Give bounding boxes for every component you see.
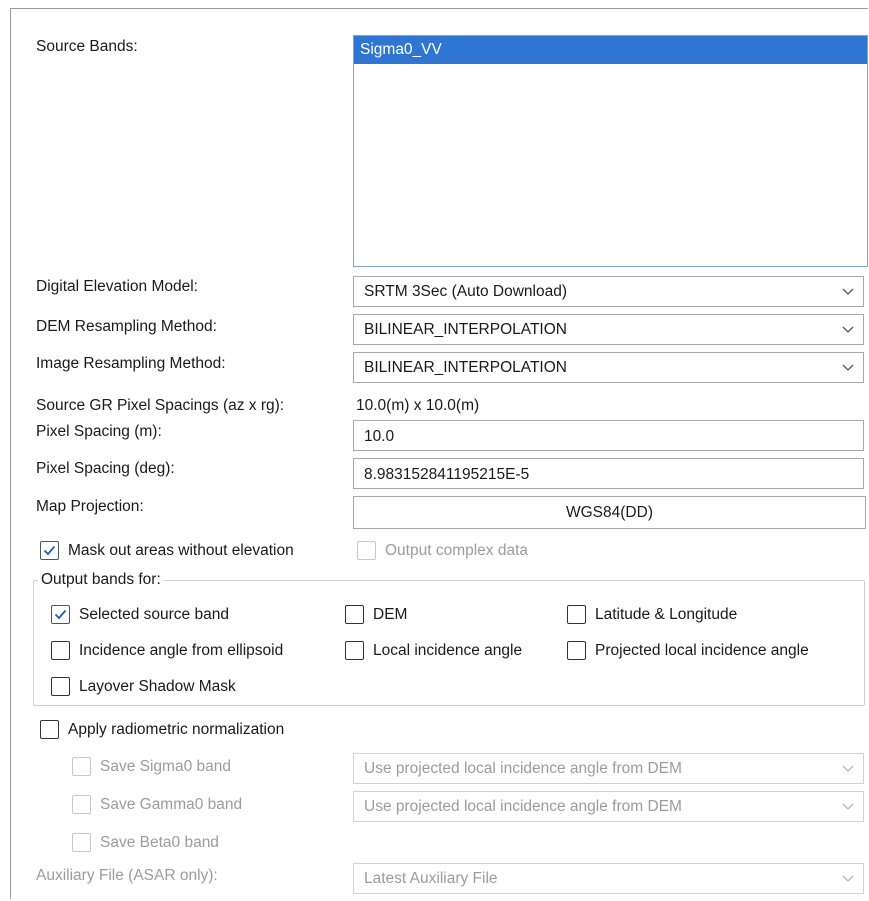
map-projection-button[interactable]: WGS84(DD) <box>353 496 866 529</box>
dem-resampling-value: BILINEAR_INTERPOLATION <box>364 321 567 338</box>
lat-lon-checkbox[interactable] <box>567 605 586 624</box>
dem-resampling-label: DEM Resampling Method: <box>36 318 217 335</box>
aux-file-value: Latest Auxiliary File <box>364 870 498 887</box>
save-sigma0-select[interactable]: Use projected local incidence angle from… <box>353 753 864 784</box>
selected-source-band-label: Selected source band <box>79 606 229 623</box>
dem-resampling-select[interactable]: BILINEAR_INTERPOLATION <box>353 314 864 345</box>
source-band-item[interactable]: Sigma0_VV <box>354 36 867 64</box>
save-gamma0-option: Use projected local incidence angle from… <box>364 798 682 815</box>
dem-label: Digital Elevation Model: <box>36 278 198 295</box>
image-resampling-select[interactable]: BILINEAR_INTERPOLATION <box>353 352 864 383</box>
mask-out-checkbox[interactable] <box>40 541 59 560</box>
chevron-down-icon <box>842 875 854 882</box>
dem-select[interactable]: SRTM 3Sec (Auto Download) <box>353 276 864 307</box>
save-gamma0-checkbox[interactable] <box>72 795 91 814</box>
pixel-spacing-m-value: 10.0 <box>364 428 395 445</box>
aux-file-select[interactable]: Latest Auxiliary File <box>353 863 864 894</box>
projected-local-incidence-checkbox[interactable] <box>567 641 586 660</box>
source-gr-value: 10.0(m) x 10.0(m) <box>356 397 480 414</box>
chevron-down-icon <box>842 326 854 333</box>
selected-source-band-checkbox[interactable] <box>51 605 70 624</box>
source-bands-list[interactable]: Sigma0_VV <box>353 35 868 267</box>
incidence-ellipsoid-checkbox[interactable] <box>51 641 70 660</box>
save-sigma0-checkbox[interactable] <box>72 757 91 776</box>
checkmark-icon <box>54 609 67 620</box>
dem-band-checkbox[interactable] <box>345 605 364 624</box>
lat-lon-label: Latitude & Longitude <box>595 606 738 623</box>
output-complex-checkbox[interactable] <box>357 541 376 560</box>
chevron-down-icon <box>842 765 854 772</box>
pixel-spacing-m-label: Pixel Spacing (m): <box>36 423 162 440</box>
dem-select-value: SRTM 3Sec (Auto Download) <box>364 283 568 300</box>
save-sigma0-label: Save Sigma0 band <box>100 758 231 775</box>
incidence-ellipsoid-label: Incidence angle from ellipsoid <box>79 642 284 659</box>
save-sigma0-option: Use projected local incidence angle from… <box>364 760 682 777</box>
radiometric-normalization-checkbox[interactable] <box>40 720 59 739</box>
checkmark-icon <box>43 545 56 556</box>
image-resampling-value: BILINEAR_INTERPOLATION <box>364 359 567 376</box>
layover-shadow-label: Layover Shadow Mask <box>79 678 236 695</box>
save-beta0-label: Save Beta0 band <box>100 834 219 851</box>
chevron-down-icon <box>842 364 854 371</box>
output-bands-title: Output bands for: <box>38 571 164 589</box>
map-projection-value: WGS84(DD) <box>566 504 653 521</box>
output-complex-label: Output complex data <box>385 542 529 559</box>
save-gamma0-select[interactable]: Use projected local incidence angle from… <box>353 791 864 822</box>
pixel-spacing-deg-value: 8.983152841195215E-5 <box>364 466 530 483</box>
local-incidence-label: Local incidence angle <box>373 642 523 659</box>
chevron-down-icon <box>842 288 854 295</box>
dem-band-label: DEM <box>373 606 408 623</box>
save-gamma0-label: Save Gamma0 band <box>100 796 243 813</box>
save-beta0-checkbox[interactable] <box>72 833 91 852</box>
aux-file-label: Auxiliary File (ASAR only): <box>36 867 218 884</box>
projected-local-incidence-label: Projected local incidence angle <box>595 642 809 659</box>
mask-out-label: Mask out areas without elevation <box>68 542 294 559</box>
source-gr-label: Source GR Pixel Spacings (az x rg): <box>36 397 285 414</box>
chevron-down-icon <box>842 803 854 810</box>
source-bands-label: Source Bands: <box>36 38 138 55</box>
local-incidence-checkbox[interactable] <box>345 641 364 660</box>
pixel-spacing-deg-input[interactable]: 8.983152841195215E-5 <box>353 458 864 489</box>
layover-shadow-checkbox[interactable] <box>51 677 70 696</box>
radiometric-normalization-label: Apply radiometric normalization <box>68 721 285 738</box>
pixel-spacing-m-input[interactable]: 10.0 <box>353 420 864 451</box>
map-projection-label: Map Projection: <box>36 498 144 515</box>
image-resampling-label: Image Resampling Method: <box>36 355 226 372</box>
pixel-spacing-deg-label: Pixel Spacing (deg): <box>36 460 175 477</box>
